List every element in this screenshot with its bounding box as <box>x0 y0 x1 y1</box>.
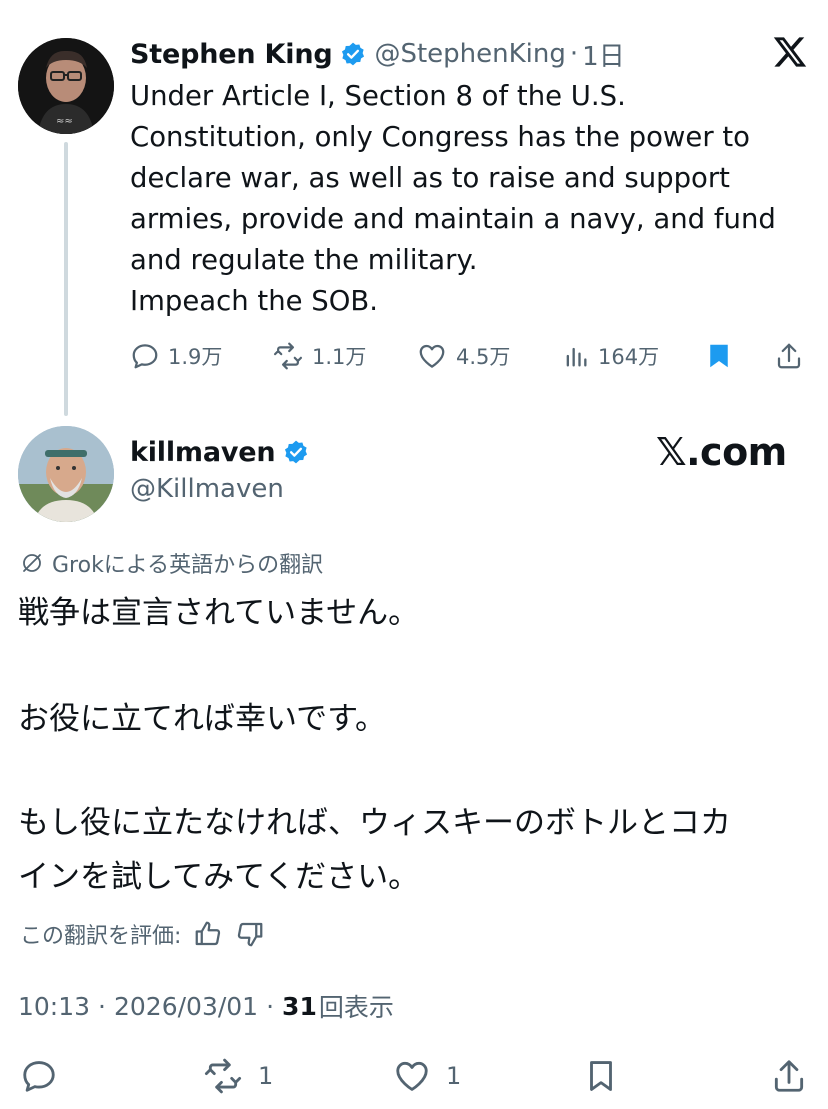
views-count: 164万 <box>598 345 660 369</box>
analytics-bar-icon <box>562 341 590 371</box>
avatar-killmaven[interactable] <box>18 426 114 522</box>
reply-header: killmaven <box>130 432 317 472</box>
reply-count: 1.9万 <box>168 345 223 369</box>
bookmark-button[interactable] <box>582 1052 620 1100</box>
bookmark-filled-icon <box>704 341 734 371</box>
reply-action-bar: 1 1 <box>0 1052 828 1100</box>
parent-handle[interactable]: @StephenKing <box>374 39 565 69</box>
reply-views-label: 回表示 <box>318 993 394 1022</box>
repost-button[interactable]: 1.1万 <box>272 336 366 376</box>
like-count: 1 <box>446 1062 462 1090</box>
like-button[interactable]: 1 <box>392 1052 461 1100</box>
reply-meta: 10:13 · 2026/03/01 · 31 回表示 <box>18 986 394 1026</box>
parent-display-name[interactable]: Stephen King <box>130 39 333 70</box>
meta-separator: · <box>98 991 106 1021</box>
repost-count: 1.1万 <box>312 345 367 369</box>
reply-icon <box>130 341 160 371</box>
reply-button[interactable] <box>20 1052 58 1100</box>
repost-icon <box>202 1057 244 1095</box>
reply-views-count: 31 <box>282 991 317 1021</box>
rate-translation-row: この翻訳を評価: <box>20 914 265 954</box>
header-separator: · <box>569 39 579 69</box>
reply-paragraph: インを試してみてください。 <box>18 859 420 895</box>
translation-label: Grokによる英語からの翻訳 <box>52 553 324 578</box>
reply-handle[interactable]: @Killmaven <box>130 474 284 504</box>
like-count: 4.5万 <box>456 345 511 369</box>
heart-icon <box>392 1057 432 1095</box>
verified-badge-icon <box>283 439 309 465</box>
repost-icon <box>272 341 304 371</box>
reply-date: 2026/03/01 <box>114 991 259 1021</box>
share-button[interactable] <box>770 1052 808 1100</box>
x-logo-icon <box>772 34 808 70</box>
verified-badge-icon <box>340 41 366 67</box>
parent-tweet-header: Stephen King @StephenKing · 1日 <box>130 34 625 74</box>
share-button[interactable] <box>774 336 804 376</box>
tweet-text-line: armies, provide and maintain a navy, and… <box>130 203 776 235</box>
bookmark-icon <box>582 1057 620 1095</box>
tweet-text-line: Constitution, only Congress has the powe… <box>130 121 750 153</box>
tweet-text-line: Under Article I, Section 8 of the U.S. <box>130 80 626 112</box>
share-icon <box>770 1057 808 1095</box>
meta-separator: · <box>266 991 275 1021</box>
translation-notice[interactable]: Grokによる英語からの翻訳 <box>20 546 323 580</box>
thumbs-up-icon[interactable] <box>193 919 223 949</box>
repost-count: 1 <box>258 1062 274 1090</box>
xcom-watermark: 𝕏.com <box>656 430 787 474</box>
rate-label: この翻訳を評価: <box>20 924 182 949</box>
like-button[interactable]: 4.5万 <box>416 336 510 376</box>
repost-button[interactable]: 1 <box>202 1052 273 1100</box>
reply-time: 10:13 <box>18 991 91 1021</box>
views-button[interactable]: 164万 <box>562 336 659 376</box>
avatar-stephen-king[interactable]: ≈≈ <box>18 38 114 134</box>
thumbs-down-icon[interactable] <box>235 919 265 949</box>
tweet-text-line: Impeach the SOB. <box>130 285 378 317</box>
heart-icon <box>416 341 448 371</box>
bookmark-button[interactable] <box>704 336 734 376</box>
share-icon <box>774 341 804 371</box>
parent-timestamp[interactable]: 1日 <box>582 36 625 73</box>
reply-display-name[interactable]: killmaven <box>130 437 276 468</box>
parent-tweet-text: Under Article I, Section 8 of the U.S. C… <box>130 76 820 322</box>
reply-paragraph: もし役に立たなければ、ウィスキーのボトルとコカ <box>18 805 731 841</box>
grok-icon <box>20 551 44 575</box>
svg-text:≈≈: ≈≈ <box>56 116 73 127</box>
tweet-text-line: declare war, as well as to raise and sup… <box>130 162 730 194</box>
reply-icon <box>20 1057 58 1095</box>
parent-action-bar: 1.9万 1.1万 4.5万 164万 <box>130 336 810 376</box>
reply-button[interactable]: 1.9万 <box>130 336 222 376</box>
reply-paragraph: 戦争は宣言されていません。 <box>18 595 420 631</box>
tweet-text-line: and regulate the military. <box>130 244 478 276</box>
reply-paragraph: お役に立てれば幸いです。 <box>18 701 386 737</box>
thread-connector-line <box>64 142 68 416</box>
